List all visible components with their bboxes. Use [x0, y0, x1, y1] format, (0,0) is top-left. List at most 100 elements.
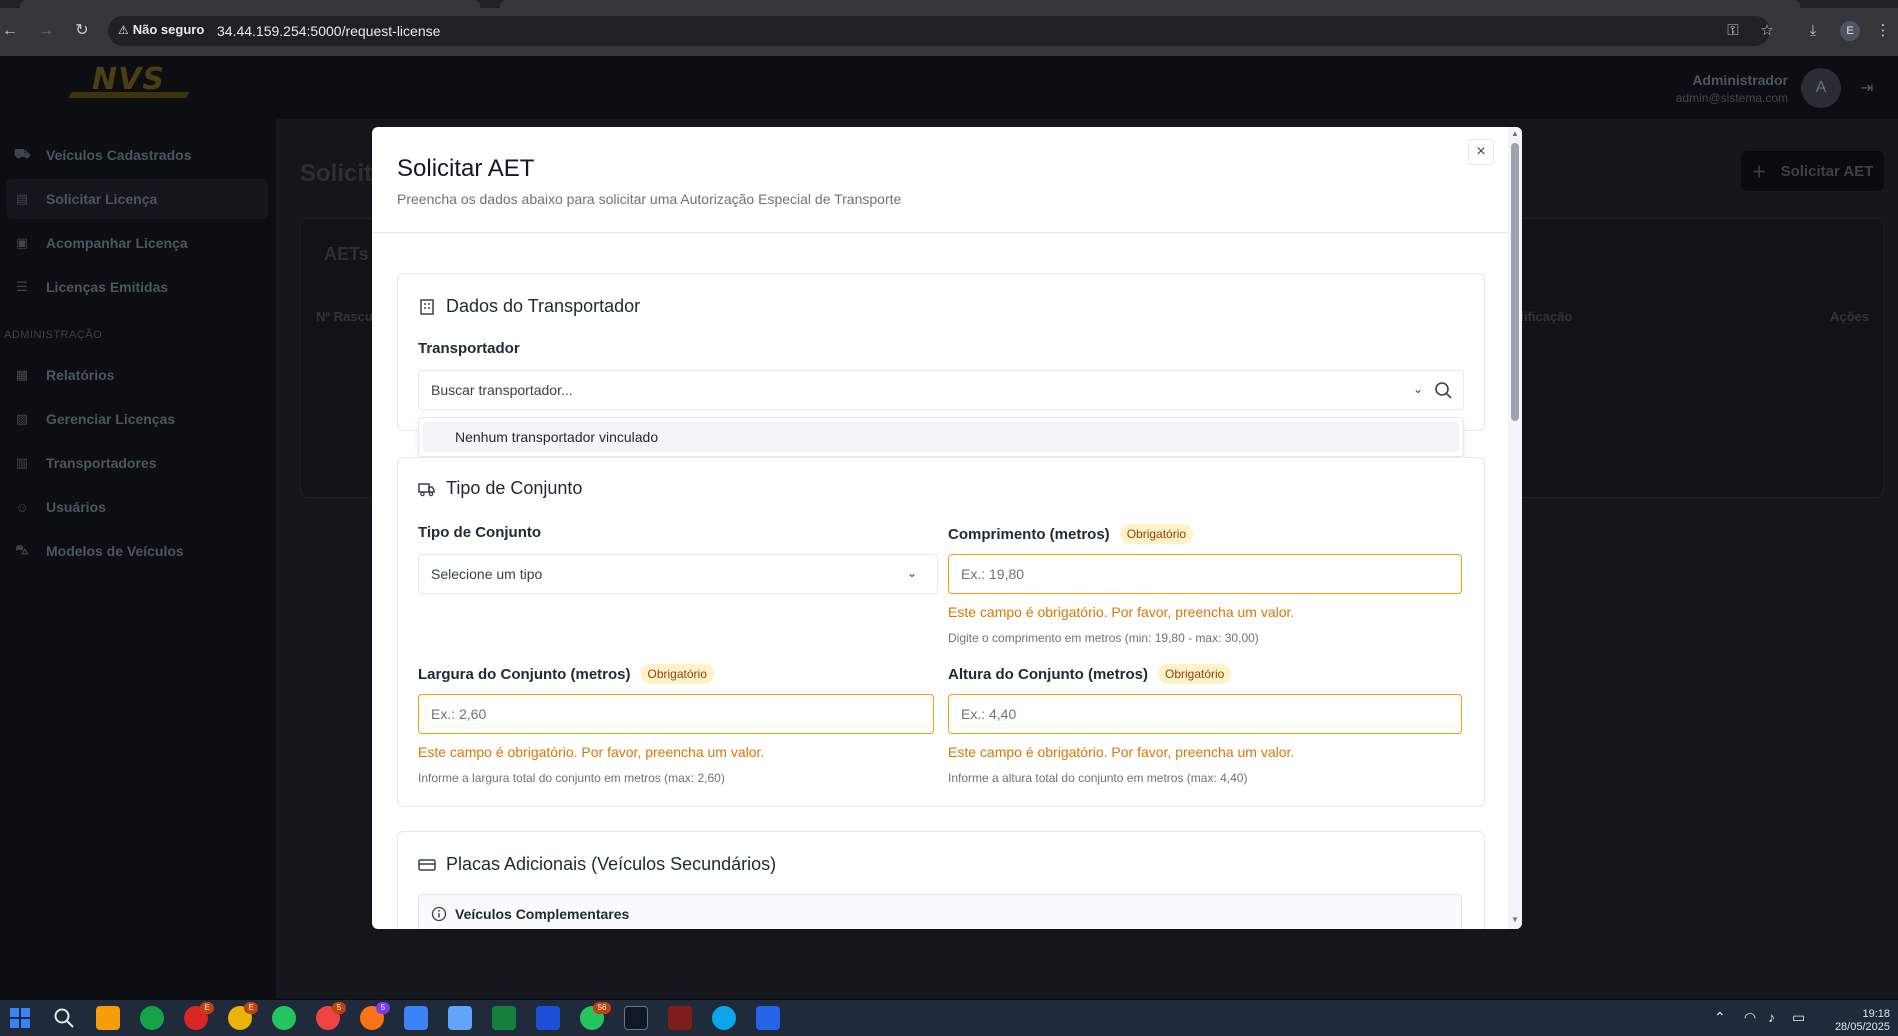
solicitar-aet-label: Solicitar AET — [1780, 162, 1874, 180]
clipboard-icon: ▣ — [15, 235, 29, 250]
sidebar-item-label: Licenças Emitidas — [46, 279, 169, 295]
largura-hint: Informe a largura total do conjunto em m… — [418, 771, 725, 785]
altura-label-row: Altura do Conjunto (metros) Obrigatório — [948, 664, 1232, 684]
download-icon[interactable]: ⤓ — [1802, 20, 1824, 42]
plus-icon: ＋ — [1751, 163, 1767, 181]
sidebar-item-label: Solicitar Licença — [46, 191, 158, 207]
wifi-icon[interactable]: ◠ — [1744, 1009, 1756, 1026]
file-settings-icon: ▧ — [15, 411, 29, 426]
scroll-up-icon[interactable]: ▲ — [1511, 129, 1519, 138]
transportador-dropdown: Nenhum transportador vinculado — [418, 417, 1464, 457]
modal-title: Solicitar AET — [397, 155, 535, 182]
close-button[interactable]: × — [1468, 139, 1494, 165]
chevron-down-icon: ⌄ — [906, 566, 917, 580]
app-logo[interactable]: NVS — [68, 62, 190, 110]
tipo-conjunto-value: Selecione um tipo — [431, 566, 543, 582]
scrollbar-thumb[interactable] — [1511, 143, 1519, 421]
photos-icon[interactable] — [448, 1006, 472, 1030]
chevron-up-icon[interactable]: ⌃ — [1714, 1009, 1726, 1026]
required-badge: Obrigatório — [1119, 524, 1194, 544]
sidebar-item-veiculos[interactable]: ⛟ Veículos Cadastrados — [6, 135, 268, 175]
forward-icon[interactable]: → — [36, 21, 56, 41]
sidebar-item-transportadores[interactable]: ▥ Transportadores — [6, 443, 268, 483]
taskbar: E E 5 5 56 ⌃ ◠ ♪ ▭ — [0, 1000, 1898, 1036]
excel-icon[interactable] — [492, 1006, 516, 1030]
solicitar-aet-modal: Solicitar AET Preencha os dados abaixo p… — [372, 127, 1522, 929]
scroll-down-icon[interactable]: ▼ — [1511, 915, 1519, 924]
avatar[interactable]: A — [1801, 68, 1841, 108]
reload-icon[interactable]: ↻ — [72, 21, 92, 41]
sidebar-item-solicitar[interactable]: ▤ Solicitar Licença — [6, 179, 268, 219]
clock-time: 19:18 — [1862, 1008, 1890, 1020]
tipo-conjunto-label: Tipo de Conjunto — [418, 524, 542, 541]
volume-icon[interactable]: ♪ — [1768, 1009, 1775, 1025]
logout-icon[interactable]: ⇥ — [1860, 78, 1873, 98]
solicitar-aet-button[interactable]: ＋ Solicitar AET — [1741, 151, 1884, 191]
sidebar-item-usuarios[interactable]: ☺ Usuários — [6, 487, 268, 527]
word-icon[interactable] — [536, 1006, 560, 1030]
chrome-profile-badge: E — [200, 1002, 214, 1014]
windows-start-icon[interactable] — [8, 1006, 32, 1030]
search-icon[interactable] — [52, 1006, 76, 1030]
star-icon[interactable]: ☆ — [1756, 20, 1778, 42]
table-header-rascunho: Nº Rascu — [316, 309, 373, 324]
tab-strip — [0, 0, 1898, 8]
building-icon — [420, 298, 434, 315]
sidebar-item-gerenciar[interactable]: ▧ Gerenciar Licenças — [6, 399, 268, 439]
whatsapp-badge: 56 — [593, 1002, 611, 1014]
chrome-icon[interactable] — [140, 1006, 164, 1030]
search-icon[interactable] — [1433, 380, 1453, 400]
sidebar-item-emitidas[interactable]: ☰ Licenças Emitidas — [6, 267, 268, 307]
required-badge: Obrigatório — [640, 664, 714, 684]
security-indicator[interactable]: ⚠ Não seguro — [118, 22, 204, 37]
notepad-icon[interactable] — [404, 1006, 428, 1030]
modal-scrollbar[interactable]: ▲ ▼ — [1508, 127, 1522, 929]
tipo-conjunto-select[interactable]: Selecione um tipo ⌄ — [418, 554, 938, 594]
browser-tab-1[interactable] — [20, 0, 480, 8]
profile-avatar[interactable]: E — [1840, 21, 1860, 41]
sidebar-section-admin: ADMINISTRAÇÃO — [4, 329, 103, 341]
required-badge: Obrigatório — [1157, 664, 1232, 684]
file-icon: ▤ — [15, 191, 29, 206]
edge-icon[interactable] — [712, 1006, 736, 1030]
store-icon[interactable] — [668, 1006, 692, 1030]
file-explorer-icon[interactable] — [96, 1006, 120, 1030]
modal-header: Solicitar AET Preencha os dados abaixo p… — [372, 127, 1522, 233]
menu-dots-icon[interactable]: ⋮ — [1872, 20, 1894, 42]
address-bar[interactable]: ⚠ Não seguro 34.44.159.254:5000/request-… — [108, 16, 1770, 46]
transportador-label: Transportador — [418, 340, 520, 357]
section-placas-adicionais: Placas Adicionais (Veículos Secundários)… — [397, 831, 1485, 929]
credit-card-icon — [418, 858, 436, 871]
comprimento-input[interactable]: Ex.: 19,80 — [948, 554, 1462, 594]
grid-icon: ▦ — [15, 367, 29, 382]
sidebar-item-acompanhar[interactable]: ▣ Acompanhar Licença — [6, 223, 268, 263]
chevron-down-icon[interactable]: ⌄ — [1413, 382, 1423, 396]
browser-tab-2[interactable] — [500, 0, 1800, 8]
largura-input[interactable]: Ex.: 2,60 — [418, 694, 934, 734]
logo-text: NVS — [92, 62, 165, 97]
dropdown-option[interactable]: Nenhum transportador vinculado — [423, 422, 1459, 452]
section-title: Placas Adicionais (Veículos Secundários) — [418, 854, 776, 875]
veiculos-complementares-box: Veículos Complementares — [418, 894, 1462, 929]
app-header — [0, 56, 1898, 119]
sidebar-item-label: Gerenciar Licenças — [46, 411, 176, 427]
url-text[interactable]: 34.44.159.254:5000/request-license — [217, 23, 440, 39]
outlook-icon[interactable] — [756, 1006, 780, 1030]
altura-label: Altura do Conjunto (metros) — [948, 665, 1148, 683]
key-icon[interactable]: ⚿ — [1722, 20, 1744, 42]
altura-input[interactable]: Ex.: 4,40 — [948, 694, 1462, 734]
back-icon[interactable]: ← — [0, 21, 20, 41]
spotify-icon[interactable] — [272, 1006, 296, 1030]
page-title: Solicit — [300, 160, 373, 187]
section-title-text: Placas Adicionais (Veículos Secundários) — [446, 854, 777, 874]
user-name: Administrador — [1692, 72, 1788, 88]
transportador-search-input[interactable]: Buscar transportador... ⌄ — [418, 370, 1464, 410]
chrome-active-badge: E — [244, 1002, 258, 1014]
battery-icon[interactable]: ▭ — [1792, 1009, 1805, 1026]
list-check-icon: ☰ — [16, 279, 28, 294]
sidebar-item-modelos[interactable]: ⛍ Modelos de Veículos — [6, 531, 268, 571]
taskbar-clock[interactable]: 19:18 28/05/2025 — [1826, 1008, 1890, 1034]
comprimento-placeholder: Ex.: 19,80 — [961, 566, 1025, 582]
terminal-icon[interactable] — [624, 1006, 648, 1030]
sidebar-item-relatorios[interactable]: ▦ Relatórios — [6, 355, 268, 395]
